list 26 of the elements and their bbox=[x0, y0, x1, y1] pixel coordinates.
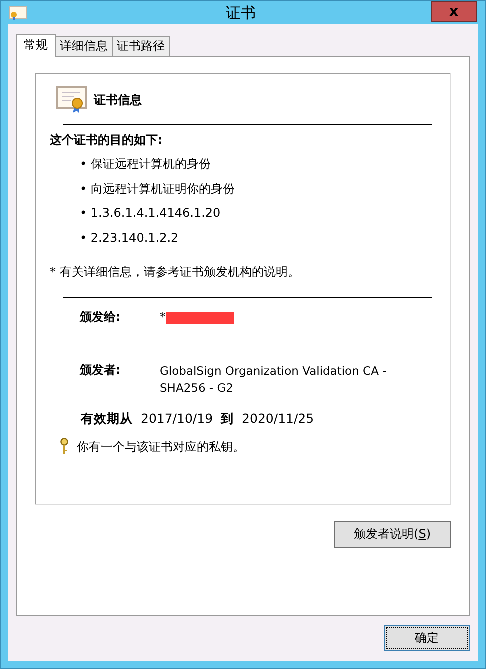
tab[interactable]: 证书路径 bbox=[112, 36, 170, 56]
field-label: 颁发者: bbox=[80, 362, 122, 379]
purpose-item: • 向远程计算机证明你的身份 bbox=[80, 182, 236, 196]
purpose-item: • 2.23.140.1.2.2 bbox=[80, 230, 180, 245]
validity-label: 有效期从 bbox=[81, 411, 133, 426]
key-note: 你有一个与该证书对应的私钥。 bbox=[77, 440, 245, 454]
tab[interactable]: 常规 bbox=[16, 34, 56, 57]
validity-label: 到 bbox=[221, 411, 234, 426]
field-value: * bbox=[160, 310, 166, 324]
key-icon bbox=[60, 438, 69, 456]
footnote: * 有关详细信息，请参考证书颁发机构的说明。 bbox=[50, 264, 301, 280]
date-text: 2017/10/19 bbox=[141, 411, 214, 426]
certificate-icon bbox=[9, 6, 27, 20]
purpose-item: • 保证远程计算机的身份 bbox=[80, 157, 212, 172]
ok-button[interactable]: 确定 bbox=[384, 625, 470, 651]
certificate-icon bbox=[56, 86, 88, 114]
info-heading: 证书信息 bbox=[94, 92, 142, 108]
purpose-item: • 1.3.6.1.4.1.4146.1.20 bbox=[80, 206, 222, 221]
tab[interactable]: 详细信息 bbox=[55, 36, 113, 56]
date-text: 2020/11/25 bbox=[242, 411, 314, 426]
close-button[interactable]: x bbox=[431, 1, 477, 22]
purpose-title: 这个证书的目的如下: bbox=[50, 133, 164, 148]
window-title: 证书 bbox=[225, 4, 257, 22]
field-value: GlobalSign Organization Validation CA - SHA256 - G2 bbox=[160, 362, 388, 397]
issuer-statement-button[interactable]: 颁发者说明(S) bbox=[334, 521, 451, 548]
field-label: 颁发给: bbox=[80, 310, 122, 325]
